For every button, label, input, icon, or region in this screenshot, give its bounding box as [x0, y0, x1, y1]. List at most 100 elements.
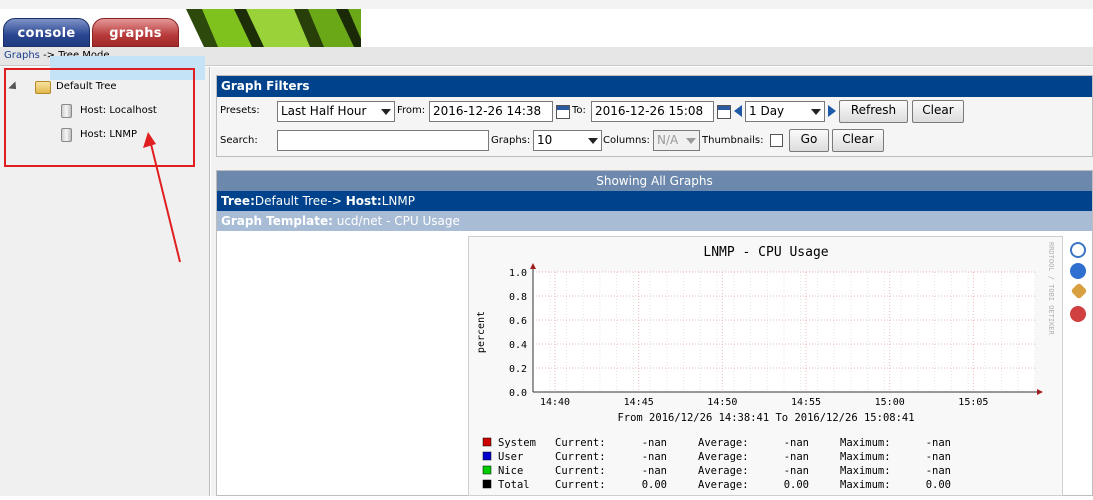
legend-maximum-value: 0.00 — [926, 479, 951, 491]
presets-value: Last Half Hour — [281, 104, 367, 118]
legend-average-label: Average: — [698, 451, 749, 463]
x-tick-label: 15:00 — [875, 397, 905, 408]
legend-average-value: 0.00 — [784, 479, 809, 491]
header: console graphs — [0, 9, 1093, 47]
legend-current-label: Current: — [555, 479, 606, 491]
legend-swatch — [482, 451, 492, 461]
chart-title: LNMP - CPU Usage — [703, 245, 828, 260]
legend-series-name: User — [498, 451, 523, 463]
to-label: To: — [572, 105, 586, 116]
graph-filters-panel: Graph Filters Presets: Last Half Hour Fr… — [216, 75, 1093, 157]
legend-series-name: Total — [498, 479, 530, 491]
legend-maximum-label: Maximum: — [840, 465, 891, 477]
chevron-down-icon — [588, 138, 598, 144]
thumbnails-checkbox[interactable] — [770, 134, 783, 147]
legend-maximum-value: -nan — [926, 465, 951, 477]
legend-swatch — [482, 479, 492, 489]
timespan-select[interactable]: 1 Day — [745, 101, 825, 122]
legend-maximum-label: Maximum: — [840, 437, 891, 449]
x-tick-label: 14:55 — [791, 397, 821, 408]
from-date-input[interactable]: 2016-12-26 14:38 — [429, 101, 553, 122]
search-input[interactable] — [277, 130, 489, 151]
annotation-arrow — [143, 132, 181, 263]
clear-search-button[interactable]: Clear — [832, 129, 884, 152]
breadcrumb-graphs-link[interactable]: Graphs — [4, 50, 40, 61]
graph-template-value: ucd/net - CPU Usage — [336, 214, 460, 228]
clear-button[interactable]: Clear — [912, 100, 964, 123]
columns-select[interactable]: N/A — [653, 130, 700, 151]
legend-maximum-value: -nan — [926, 451, 951, 463]
legend-average-label: Average: — [698, 437, 749, 449]
graph-template-header: Graph Template: ucd/net - CPU Usage — [217, 211, 1092, 231]
y-axis-arrow — [530, 263, 536, 269]
refresh-button[interactable]: Refresh — [839, 100, 908, 123]
presets-select[interactable]: Last Half Hour — [277, 101, 395, 122]
cpu-usage-chart: LNMP - CPU Usage percent RRDTOOL / TOBI OE… — [476, 242, 1055, 491]
legend-series-name: System — [498, 437, 536, 449]
zoom-icon[interactable] — [1070, 242, 1086, 258]
x-tick-label: 15:05 — [958, 397, 988, 408]
graphs-label: Graphs: — [491, 135, 531, 146]
presets-label: Presets: — [220, 105, 260, 116]
stop-icon[interactable] — [1070, 306, 1086, 322]
legend-maximum-value: -nan — [926, 437, 951, 449]
graphs-per-page-select[interactable]: 10 — [533, 130, 602, 151]
go-button[interactable]: Go — [789, 129, 829, 152]
chevron-down-icon — [686, 138, 696, 144]
x-tick-label: 14:40 — [540, 397, 570, 408]
legend-swatch — [482, 437, 492, 447]
download-icon[interactable] — [1070, 263, 1086, 279]
host-label: Host: — [345, 194, 382, 208]
graph-template-label: Graph Template: — [221, 214, 333, 228]
from-label: From: — [397, 105, 426, 116]
legend-current-value: -nan — [642, 437, 667, 449]
legend-average-value: -nan — [784, 437, 809, 449]
tab-graphs[interactable]: graphs — [92, 18, 179, 47]
y-tick-label: 0.2 — [509, 364, 527, 375]
y-tick-label: 0.4 — [509, 340, 527, 351]
y-tick-label: 0.6 — [509, 316, 527, 327]
y-tick-label: 0.0 — [509, 388, 527, 399]
shift-right-icon[interactable] — [828, 105, 836, 117]
header-banner — [186, 9, 361, 47]
showing-all-graphs-header: Showing All Graphs — [217, 171, 1092, 191]
tab-console[interactable]: console — [3, 18, 90, 47]
search-label: Search: — [220, 135, 258, 146]
y-tick-label: 1.0 — [509, 268, 527, 279]
shift-left-icon[interactable] — [734, 105, 742, 117]
legend-maximum-label: Maximum: — [840, 451, 891, 463]
y-axis-label: percent — [476, 311, 487, 353]
legend-current-value: 0.00 — [642, 479, 667, 491]
legend-series-name: Nice — [498, 465, 523, 477]
legend-average-value: -nan — [784, 451, 809, 463]
host-value: LNMP — [381, 194, 415, 208]
legend-average-label: Average: — [698, 479, 749, 491]
x-axis-arrow — [1037, 389, 1043, 395]
graph-image[interactable]: LNMP - CPU Usage percent RRDTOOL / TOBI OE… — [468, 236, 1063, 496]
chevron-down-icon — [381, 109, 391, 115]
calendar-icon[interactable] — [717, 105, 731, 119]
to-date-input[interactable]: 2016-12-26 15:08 — [591, 101, 714, 122]
tree-label: Tree: — [221, 194, 255, 208]
menubar — [0, 0, 1093, 9]
legend-current-label: Current: — [555, 465, 606, 477]
calendar-icon[interactable] — [556, 105, 570, 119]
legend-average-value: -nan — [784, 465, 809, 477]
rrdtool-watermark: RRDTOOL / TOBI OETIKER — [1047, 242, 1055, 336]
x-tick-label: 14:45 — [624, 397, 654, 408]
legend-swatch — [482, 465, 492, 475]
y-tick-label: 0.8 — [509, 292, 527, 303]
timespan-value: 1 Day — [749, 104, 785, 118]
legend-current-value: -nan — [642, 465, 667, 477]
legend-average-label: Average: — [698, 465, 749, 477]
time-range-label: From 2016/12/26 14:38:41 To 2016/12/26 1… — [617, 412, 914, 424]
x-tick-label: 14:50 — [707, 397, 737, 408]
columns-value: N/A — [657, 133, 679, 147]
legend-current-value: -nan — [642, 451, 667, 463]
chevron-down-icon — [811, 109, 821, 115]
tree-host-header: Tree:Default Tree-> Host:LNMP — [217, 191, 1092, 211]
graph-filters-title: Graph Filters — [217, 76, 1092, 97]
legend-current-label: Current: — [555, 437, 606, 449]
thumbnails-label: Thumbnails: — [702, 135, 764, 146]
graphs-per-page-value: 10 — [537, 133, 553, 147]
